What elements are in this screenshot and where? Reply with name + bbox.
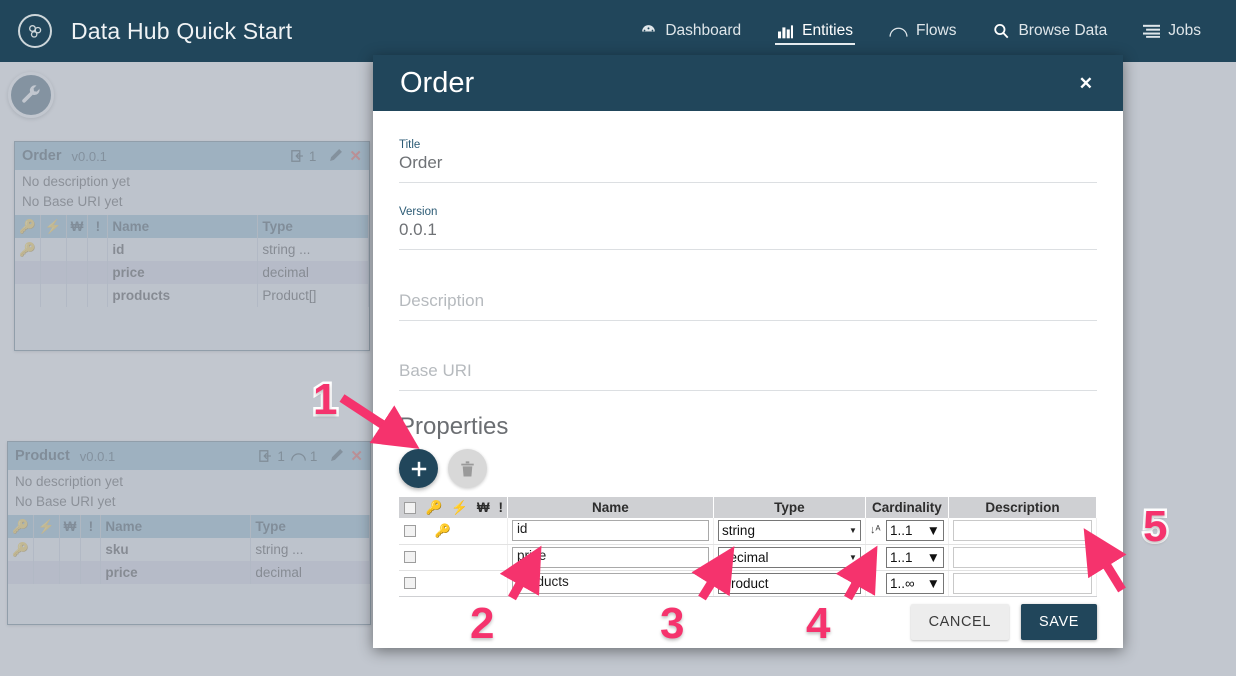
table-row[interactable]: price decimal ▼ 1..1 ▼ <box>399 544 1098 571</box>
chevron-down-icon: ▼ <box>849 526 857 536</box>
properties-heading: Properties <box>399 413 509 440</box>
modal-title: Order <box>400 66 475 99</box>
nav-item-label: Jobs <box>1168 22 1201 39</box>
property-type-select[interactable]: string ▼ <box>717 520 861 542</box>
column-description: Description <box>948 497 1098 518</box>
column-cardinality: Cardinality <box>865 497 949 518</box>
sort-az-icon[interactable]: ↓ᴬ <box>870 525 883 536</box>
entity-editor-modal: Order ✕ Title Order Version 0.0.1 Descri… <box>373 55 1123 648</box>
modal-header: Order ✕ <box>373 55 1123 111</box>
entities-bar-chart-icon <box>777 24 794 39</box>
datahub-logo-icon <box>18 14 52 48</box>
property-description-input[interactable] <box>952 546 1092 568</box>
property-type-select[interactable]: decimal ▼ <box>717 546 861 568</box>
row-checkbox[interactable] <box>404 576 416 589</box>
property-cardinality-select[interactable]: 1..1 ▼ <box>885 520 944 542</box>
column-name: Name <box>507 497 714 518</box>
delete-property-button[interactable] <box>448 449 487 488</box>
property-name-input[interactable]: products <box>511 572 709 594</box>
chevron-down-icon: ▼ <box>849 552 857 562</box>
table-row[interactable]: 🔑 id string ▼ ↓ᴬ 1..1 ▼ <box>399 518 1098 545</box>
title-input[interactable]: Order <box>399 153 1097 183</box>
chevron-down-icon: ▼ <box>849 578 857 588</box>
main-nav: Dashboard Entities Flows Browse Data Job… <box>622 0 1236 62</box>
properties-table: 🔑 ⚡ ₩ ! Name Type Cardinality Descriptio… <box>399 497 1098 597</box>
selected-cardinality: 1..∞ <box>889 575 915 591</box>
field-base-uri: Base URI <box>399 361 1097 391</box>
add-property-button[interactable] <box>399 449 438 488</box>
select-all-checkbox[interactable] <box>404 501 416 514</box>
column-type: Type <box>713 497 866 518</box>
key-icon[interactable]: 🔑 <box>434 523 450 538</box>
flags-column-header: 🔑 ⚡ ₩ ! <box>399 497 508 518</box>
nav-item-label: Flows <box>915 22 957 39</box>
won-sign-icon: ₩ <box>476 499 490 515</box>
nav-item-jobs[interactable]: Jobs <box>1125 0 1219 62</box>
chevron-down-icon: ▼ <box>926 575 940 591</box>
nav-item-dashboard[interactable]: Dashboard <box>622 0 759 62</box>
row-checkbox[interactable] <box>404 550 416 563</box>
table-row[interactable]: products Product ▼ 1..∞ ▼ <box>399 570 1098 597</box>
exclamation-icon: ! <box>498 499 503 515</box>
cancel-button[interactable]: CANCEL <box>910 603 1009 640</box>
modal-body: Title Order Version 0.0.1 Description Ba… <box>373 111 1123 597</box>
nav-item-entities[interactable]: Entities <box>759 0 871 62</box>
property-name-input[interactable]: id <box>511 520 709 542</box>
nav-item-label: Entities <box>802 22 853 39</box>
nav-item-browse-data[interactable]: Browse Data <box>974 0 1125 62</box>
selected-cardinality: 1..1 <box>889 523 913 539</box>
property-cardinality-select[interactable]: 1..1 ▼ <box>885 546 944 568</box>
search-icon <box>992 22 1010 40</box>
close-x-icon[interactable]: ✕ <box>1073 71 1099 96</box>
property-type-select[interactable]: Product ▼ <box>717 572 861 594</box>
jobs-list-icon <box>1143 24 1161 38</box>
top-navigation-bar: Data Hub Quick Start Dashboard Entities … <box>0 0 1236 62</box>
selected-type: decimal <box>721 549 769 565</box>
description-input[interactable]: Description <box>399 291 1097 321</box>
selected-type: string <box>721 523 755 539</box>
field-title: Title Order <box>399 139 1097 183</box>
nav-item-label: Browse Data <box>1018 22 1108 39</box>
save-button[interactable]: SAVE <box>1020 603 1097 640</box>
nav-item-partial-lightning[interactable] <box>1219 0 1236 62</box>
flows-arc-icon <box>889 24 908 39</box>
page-title: Data Hub Quick Start <box>71 17 293 44</box>
key-icon: 🔑 <box>425 499 443 515</box>
selected-cardinality: 1..1 <box>889 549 913 565</box>
lightning-bolt-icon: ⚡ <box>451 499 469 515</box>
property-description-input[interactable] <box>952 520 1092 542</box>
properties-toolbar <box>399 449 1097 488</box>
modal-footer: CANCEL SAVE <box>373 597 1123 661</box>
selected-type: Product <box>721 575 769 591</box>
nav-item-label: Dashboard <box>665 22 742 39</box>
base-uri-input[interactable]: Base URI <box>399 361 1097 391</box>
field-label: Title <box>399 139 421 151</box>
chevron-down-icon: ▼ <box>926 523 940 539</box>
chevron-down-icon: ▼ <box>926 549 940 565</box>
nav-item-flows[interactable]: Flows <box>871 0 974 62</box>
property-cardinality-select[interactable]: 1..∞ ▼ <box>885 572 944 594</box>
app-root: Data Hub Quick Start Dashboard Entities … <box>0 0 1236 676</box>
field-version: Version 0.0.1 <box>399 206 1097 250</box>
property-name-input[interactable]: price <box>511 546 709 568</box>
field-label: Version <box>399 206 438 218</box>
row-checkbox[interactable] <box>404 524 416 537</box>
property-description-input[interactable] <box>952 572 1092 594</box>
dashboard-icon <box>640 23 657 40</box>
field-description: Description <box>399 291 1097 321</box>
version-input[interactable]: 0.0.1 <box>399 220 1097 250</box>
table-header-row: 🔑 ⚡ ₩ ! Name Type Cardinality Descriptio… <box>399 497 1098 518</box>
